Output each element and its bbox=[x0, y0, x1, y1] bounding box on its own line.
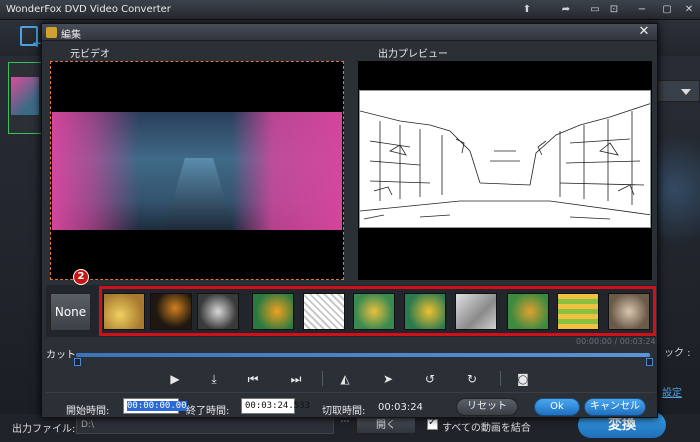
start-time-label: 開始時間: bbox=[66, 406, 110, 417]
original-video-pane[interactable] bbox=[50, 61, 344, 280]
output-path-field[interactable]: D:\ bbox=[76, 417, 334, 434]
edit-dialog: 編集 ✕ 元ビデオ 出力プレビュー None 2 カット 00:00:00 / … bbox=[41, 23, 658, 418]
edit-icon bbox=[46, 27, 57, 38]
browse-button[interactable]: ⋯ bbox=[338, 417, 352, 434]
mark-start-icon[interactable]: ⏮ bbox=[244, 370, 262, 388]
duration-label: 切取時間: bbox=[322, 406, 366, 417]
app-title: WonderFox DVD Video Converter bbox=[6, 4, 171, 15]
ok-button[interactable]: Ok bbox=[534, 398, 580, 416]
divider bbox=[46, 392, 655, 393]
start-time-value: 00:00:00.00 bbox=[127, 401, 187, 411]
time-readout: 00:00:00 / 00:03:24 bbox=[576, 337, 656, 346]
reset-button[interactable]: リセット bbox=[456, 398, 518, 416]
maximize-icon[interactable]: ▢ bbox=[658, 2, 676, 17]
partial-label: ック : bbox=[664, 348, 691, 359]
trim-timeline[interactable] bbox=[76, 353, 650, 357]
upload-icon[interactable]: ⬆ bbox=[518, 2, 536, 17]
preview-video-frame bbox=[359, 90, 651, 228]
flip-vertical-icon[interactable]: ➤ bbox=[379, 370, 397, 388]
dialog-titlebar: 編集 ✕ bbox=[42, 24, 657, 41]
merge-label: すべての動画を結合 bbox=[442, 423, 531, 434]
output-label: 出力ファイル: bbox=[12, 424, 76, 435]
trim-range bbox=[76, 353, 650, 357]
end-time-label: 終了時間: bbox=[186, 406, 230, 417]
trim-start-handle[interactable] bbox=[74, 358, 81, 366]
snapshot-icon[interactable]: ◙ bbox=[514, 370, 532, 388]
effects-highlight-box bbox=[99, 286, 656, 336]
share-icon[interactable]: ➦ bbox=[557, 2, 575, 17]
add-file-icon[interactable] bbox=[20, 26, 42, 50]
cut-label: カット bbox=[46, 350, 76, 361]
no-effect-button[interactable]: None bbox=[50, 293, 91, 331]
format-dropdown[interactable] bbox=[654, 80, 700, 102]
register-icon[interactable]: ⊡ bbox=[605, 2, 623, 17]
mark-end-icon[interactable]: ⏭ bbox=[287, 370, 305, 388]
play-icon[interactable]: ▶ bbox=[166, 370, 184, 388]
open-folder-button[interactable]: 開く bbox=[356, 417, 416, 434]
separator bbox=[322, 371, 323, 386]
rotate-right-icon[interactable]: ↻ bbox=[463, 370, 481, 388]
close-app-icon[interactable]: ✕ bbox=[680, 2, 698, 17]
cancel-button[interactable]: キャンセル bbox=[584, 398, 646, 416]
dialog-title: 編集 bbox=[61, 30, 81, 41]
separator bbox=[500, 371, 501, 386]
minimize-icon[interactable]: − bbox=[633, 2, 651, 17]
merge-checkbox[interactable] bbox=[427, 417, 438, 430]
street-perspective bbox=[164, 158, 234, 230]
output-preview-pane bbox=[358, 61, 652, 280]
file-thumbnail[interactable] bbox=[8, 62, 42, 134]
flip-horizontal-icon[interactable]: ◭ bbox=[336, 370, 354, 388]
settings-link[interactable]: 設定 bbox=[662, 384, 682, 399]
start-time-input[interactable]: 00:00:00.00 bbox=[123, 398, 187, 414]
feedback-icon[interactable]: ▭ bbox=[586, 2, 604, 17]
app-titlebar: WonderFox DVD Video Converter ⬆ ➦ ▭ ⊡ − … bbox=[0, 0, 700, 20]
original-video-label: 元ビデオ bbox=[70, 49, 110, 60]
original-video-frame bbox=[52, 112, 342, 230]
set-start-icon[interactable]: ⤓ bbox=[205, 370, 223, 388]
dialog-close-button[interactable]: ✕ bbox=[636, 24, 652, 40]
trim-end-handle[interactable] bbox=[646, 358, 653, 366]
end-time-input[interactable]: 00:03:24.533 bbox=[241, 398, 310, 414]
rotate-left-icon[interactable]: ↺ bbox=[421, 370, 439, 388]
duration-value: 00:03:24 bbox=[378, 402, 423, 413]
step-badge: 2 bbox=[73, 269, 89, 285]
edge-sketch-image bbox=[360, 103, 650, 220]
output-preview-label: 出力プレビュー bbox=[378, 49, 448, 60]
file-thumbnail-image bbox=[11, 77, 39, 115]
